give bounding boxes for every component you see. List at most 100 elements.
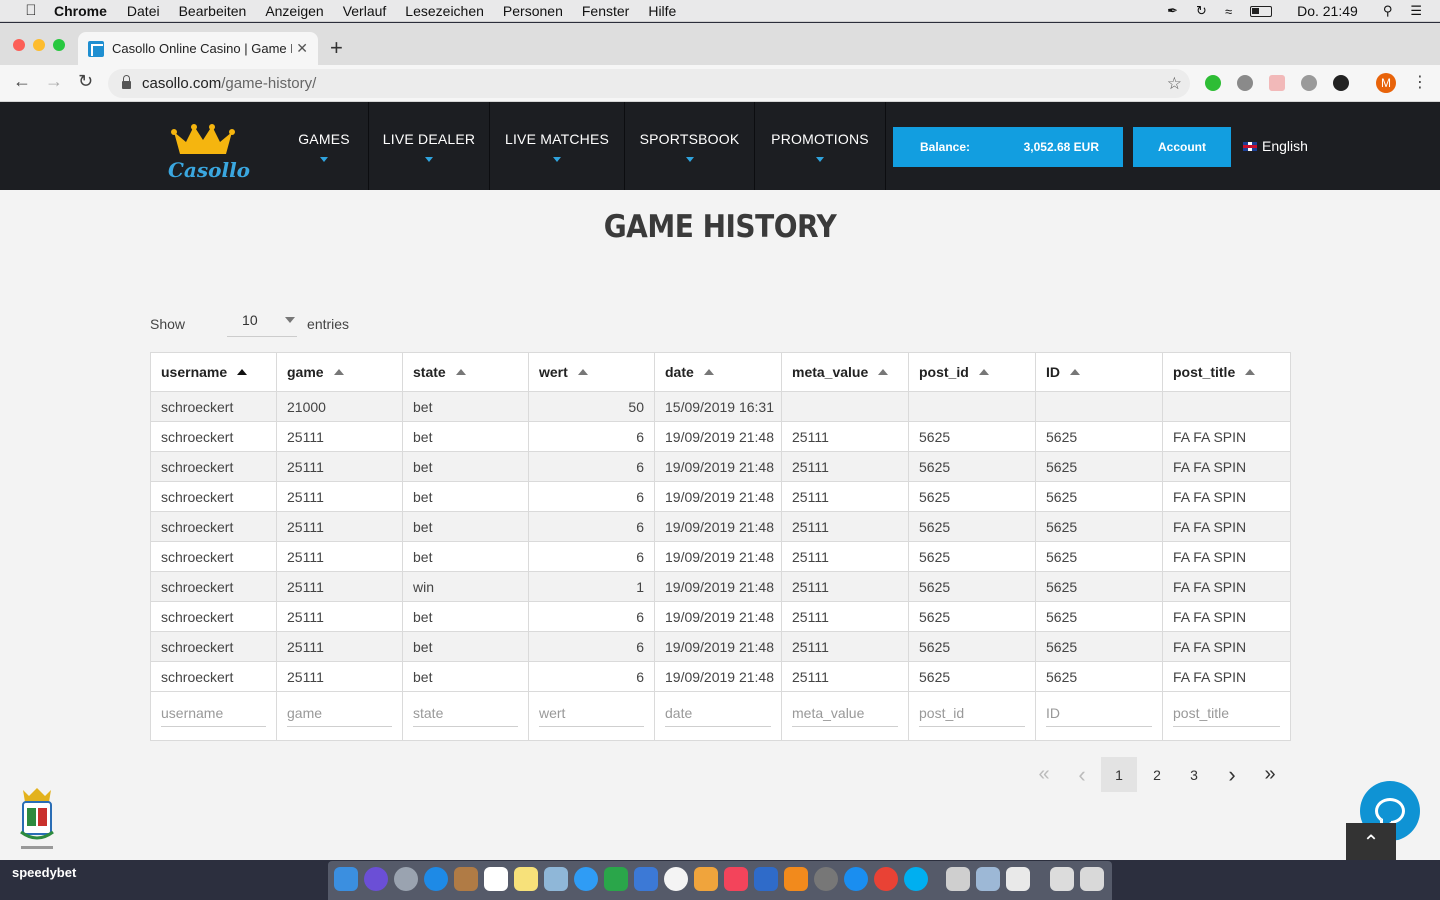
column-header-meta-value[interactable]: meta_value bbox=[781, 352, 909, 392]
filter-input-id[interactable]: ID bbox=[1046, 705, 1152, 727]
address-bar[interactable]: casollo.com/game-history/ ☆ bbox=[108, 69, 1190, 98]
forward-arrow-icon[interactable]: → bbox=[45, 71, 63, 92]
license-seal-icon[interactable] bbox=[17, 786, 57, 852]
app-store-icon[interactable] bbox=[844, 867, 868, 891]
pages-icon[interactable] bbox=[694, 867, 718, 891]
nav-games[interactable]: GAMES bbox=[280, 102, 369, 190]
column-header-post-title[interactable]: post_title bbox=[1162, 352, 1291, 392]
finder-icon[interactable] bbox=[334, 867, 358, 891]
column-header-date[interactable]: date bbox=[654, 352, 782, 392]
notification-center-icon[interactable]: ☰ bbox=[1410, 3, 1422, 19]
sync-icon[interactable]: ↻ bbox=[1196, 3, 1207, 19]
preview-icon[interactable] bbox=[544, 867, 568, 891]
bookmark-star-icon[interactable]: ☆ bbox=[1167, 74, 1182, 94]
messages-icon[interactable] bbox=[574, 867, 598, 891]
balance-display[interactable]: Balance: 3,052.68 EUR bbox=[893, 127, 1123, 167]
extension-chat-icon[interactable] bbox=[1301, 75, 1317, 91]
filter-input-date[interactable]: date bbox=[665, 705, 771, 727]
photos-icon[interactable] bbox=[664, 867, 688, 891]
page-3-button[interactable]: 3 bbox=[1176, 757, 1212, 792]
filter-input-wert[interactable]: wert bbox=[539, 705, 644, 727]
apple-icon[interactable]:  bbox=[20, 2, 42, 19]
feather-icon[interactable]: ✒ bbox=[1167, 3, 1178, 19]
casollo-logo[interactable]: Casollo bbox=[166, 120, 250, 186]
keynote-icon[interactable] bbox=[634, 867, 658, 891]
column-header-state[interactable]: state bbox=[402, 352, 529, 392]
back-arrow-icon[interactable]: ← bbox=[13, 71, 31, 92]
menu-bearbeiten[interactable]: Bearbeiten bbox=[179, 3, 247, 19]
language-selector[interactable]: English bbox=[1243, 138, 1308, 154]
document-icon[interactable] bbox=[1006, 867, 1030, 891]
contacts-icon[interactable] bbox=[454, 867, 478, 891]
menu-anzeigen[interactable]: Anzeigen bbox=[265, 3, 323, 19]
nav-live-dealer[interactable]: LIVE DEALER bbox=[369, 102, 490, 190]
column-header-post-id[interactable]: post_id bbox=[908, 352, 1036, 392]
notes-icon[interactable] bbox=[514, 867, 538, 891]
nav-sportsbook[interactable]: SPORTSBOOK bbox=[625, 102, 755, 190]
browser-menu-icon[interactable]: ⋮ bbox=[1412, 72, 1428, 92]
table-cell-post-title: FA FA SPIN bbox=[1162, 481, 1291, 512]
column-header-game[interactable]: game bbox=[276, 352, 403, 392]
page-1-button[interactable]: 1 bbox=[1101, 757, 1137, 792]
menu-personen[interactable]: Personen bbox=[503, 3, 563, 19]
first-page-button[interactable]: « bbox=[1026, 757, 1062, 792]
column-header-wert[interactable]: wert bbox=[528, 352, 655, 392]
books-icon[interactable] bbox=[784, 867, 808, 891]
menubar-clock[interactable]: Do. 21:49 bbox=[1297, 3, 1358, 19]
launchpad-icon[interactable] bbox=[394, 867, 418, 891]
system-preferences-icon[interactable] bbox=[814, 867, 838, 891]
browser-tab-active[interactable]: Casollo Online Casino | Game H ✕ bbox=[78, 32, 318, 65]
extension-green-icon[interactable] bbox=[1205, 75, 1221, 91]
column-header-username[interactable]: username bbox=[150, 352, 277, 392]
keynote-stand-icon[interactable] bbox=[754, 867, 778, 891]
nav-promotions[interactable]: PROMOTIONS bbox=[755, 102, 886, 190]
menu-lesezeichen[interactable]: Lesezeichen bbox=[405, 3, 484, 19]
archive-icon[interactable] bbox=[946, 867, 970, 891]
chrome-icon[interactable] bbox=[874, 867, 898, 891]
menu-app-name[interactable]: Chrome bbox=[54, 3, 107, 19]
filter-input-post-title[interactable]: post_title bbox=[1173, 705, 1280, 727]
downloads-stack-icon[interactable] bbox=[1050, 867, 1074, 891]
reload-icon[interactable]: ↻ bbox=[78, 71, 93, 92]
filter-input-post-id[interactable]: post_id bbox=[919, 705, 1025, 727]
window-minimize-button[interactable] bbox=[33, 39, 45, 51]
column-header-id[interactable]: ID bbox=[1035, 352, 1163, 392]
window-zoom-button[interactable] bbox=[53, 39, 65, 51]
last-page-button[interactable]: » bbox=[1252, 757, 1288, 792]
music-icon[interactable] bbox=[724, 867, 748, 891]
filter-input-username[interactable]: username bbox=[161, 705, 266, 727]
skype-icon[interactable] bbox=[904, 867, 928, 891]
siri-icon[interactable] bbox=[364, 867, 388, 891]
extension-bulb-icon[interactable] bbox=[1237, 75, 1253, 91]
numbers-icon[interactable] bbox=[604, 867, 628, 891]
menu-hilfe[interactable]: Hilfe bbox=[648, 3, 676, 19]
menu-verlauf[interactable]: Verlauf bbox=[343, 3, 387, 19]
nav-live-matches[interactable]: LIVE MATCHES bbox=[490, 102, 625, 190]
tab-close-icon[interactable]: ✕ bbox=[296, 40, 308, 57]
entries-per-page-select[interactable]: 10 bbox=[227, 310, 298, 337]
extension-sync-icon[interactable] bbox=[1333, 75, 1349, 91]
menu-datei[interactable]: Datei bbox=[127, 3, 160, 19]
filter-input-game[interactable]: game bbox=[287, 705, 392, 727]
profile-avatar[interactable]: M bbox=[1376, 73, 1396, 93]
scroll-to-top-button[interactable]: ⌃ bbox=[1346, 823, 1396, 861]
window-close-button[interactable] bbox=[13, 39, 25, 51]
account-button[interactable]: Account bbox=[1133, 127, 1231, 167]
calendar-icon[interactable] bbox=[484, 867, 508, 891]
previous-page-button[interactable]: ‹ bbox=[1064, 757, 1100, 792]
desktop-item-label[interactable]: speedybet bbox=[12, 865, 76, 880]
next-page-button[interactable]: › bbox=[1214, 757, 1250, 792]
screenshot-icon[interactable] bbox=[976, 867, 1000, 891]
trash-icon[interactable] bbox=[1080, 867, 1104, 891]
battery-icon[interactable] bbox=[1250, 5, 1273, 17]
extension-pdf-icon[interactable] bbox=[1269, 75, 1285, 91]
safari-icon[interactable] bbox=[424, 867, 448, 891]
wifi-icon[interactable]: ≈ bbox=[1225, 4, 1232, 19]
filter-input-meta-value[interactable]: meta_value bbox=[792, 705, 898, 727]
page-2-button[interactable]: 2 bbox=[1139, 757, 1175, 792]
menu-fenster[interactable]: Fenster bbox=[582, 3, 629, 19]
lock-icon[interactable] bbox=[122, 75, 131, 89]
filter-input-state[interactable]: state bbox=[413, 705, 518, 727]
new-tab-button[interactable]: + bbox=[330, 35, 343, 61]
spotlight-search-icon[interactable]: ⚲ bbox=[1383, 3, 1393, 19]
